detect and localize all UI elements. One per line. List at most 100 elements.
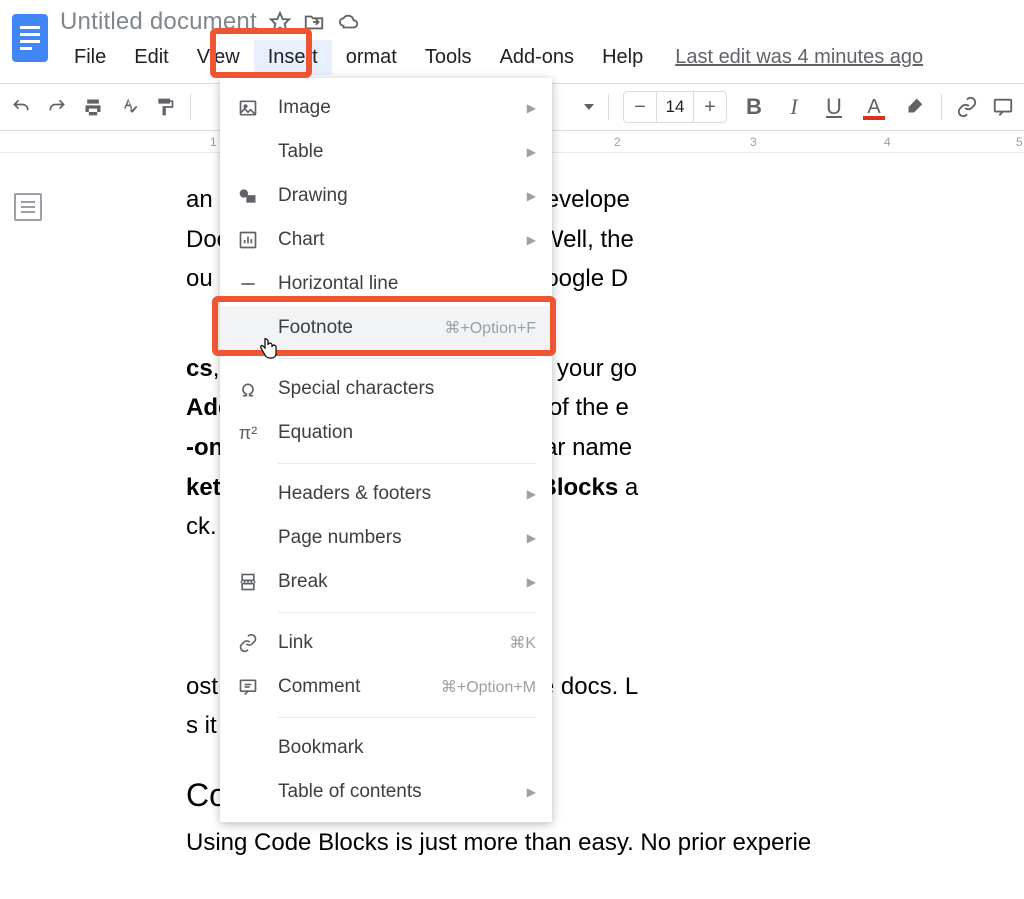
undo-icon[interactable] xyxy=(10,96,32,118)
paint-format-icon[interactable] xyxy=(154,96,176,118)
menu-divider xyxy=(278,358,536,359)
styles-dropdown[interactable] xyxy=(584,104,594,110)
menu-label: Chart xyxy=(278,229,527,251)
menu-label: Special characters xyxy=(278,378,536,400)
cloud-status-icon[interactable] xyxy=(337,11,361,33)
menu-item-headers-footers[interactable]: Headers & footers ▶ xyxy=(220,472,552,516)
menu-item-page-numbers[interactable]: Page numbers ▶ xyxy=(220,516,552,560)
outline-panel xyxy=(0,153,56,899)
ruler-mark: 5 xyxy=(1016,135,1023,149)
menu-label: Break xyxy=(278,571,527,593)
menu-divider xyxy=(278,463,536,464)
menu-view[interactable]: View xyxy=(183,40,254,75)
font-size-value[interactable]: 14 xyxy=(656,92,694,122)
move-folder-icon[interactable] xyxy=(303,11,325,33)
horizontal-line-icon xyxy=(236,272,260,296)
menu-item-drawing[interactable]: Drawing ▶ xyxy=(220,174,552,218)
menu-label: Page numbers xyxy=(278,527,527,549)
submenu-arrow-icon: ▶ xyxy=(527,575,536,589)
menu-divider xyxy=(278,612,536,613)
submenu-arrow-icon: ▶ xyxy=(527,101,536,115)
bold-button[interactable]: B xyxy=(741,94,767,120)
italic-button[interactable]: I xyxy=(781,94,807,120)
insert-menu-dropdown: Image ▶ Table ▶ Drawing ▶ Chart ▶ Horizo… xyxy=(220,78,552,822)
spellcheck-icon[interactable] xyxy=(118,96,140,118)
menu-item-table[interactable]: Table ▶ xyxy=(220,130,552,174)
menu-item-bookmark[interactable]: Bookmark xyxy=(220,726,552,770)
menu-item-comment[interactable]: Comment ⌘+Option+M xyxy=(220,665,552,709)
menu-item-special-characters[interactable]: Special characters xyxy=(220,367,552,411)
menu-label: Image xyxy=(278,97,527,119)
print-icon[interactable] xyxy=(82,96,104,118)
font-size-decrease[interactable]: − xyxy=(624,92,656,122)
body-text: cs xyxy=(186,355,213,382)
menu-label: Footnote xyxy=(278,317,444,339)
submenu-arrow-icon: ▶ xyxy=(527,531,536,545)
submenu-arrow-icon: ▶ xyxy=(527,189,536,203)
insert-comment-icon[interactable] xyxy=(992,96,1014,118)
menu-item-table-of-contents[interactable]: Table of contents ▶ xyxy=(220,770,552,814)
submenu-arrow-icon: ▶ xyxy=(527,233,536,247)
app-header: Untitled document File Edit View Insert … xyxy=(0,0,1024,83)
submenu-arrow-icon: ▶ xyxy=(527,145,536,159)
menu-label: Drawing xyxy=(278,185,527,207)
menu-item-footnote[interactable]: Footnote ⌘+Option+F xyxy=(220,306,552,350)
menu-label: Headers & footers xyxy=(278,483,527,505)
last-edit-link[interactable]: Last edit was 4 minutes ago xyxy=(675,40,923,75)
docs-logo[interactable] xyxy=(8,10,52,66)
menu-addons[interactable]: Add-ons xyxy=(486,40,589,75)
menu-label: Comment xyxy=(278,676,441,698)
menu-label: Equation xyxy=(278,422,536,444)
menu-item-equation[interactable]: π² Equation xyxy=(220,411,552,455)
redo-icon[interactable] xyxy=(46,96,68,118)
menu-label: Bookmark xyxy=(278,737,536,759)
insert-link-icon[interactable] xyxy=(956,96,978,118)
menu-tools[interactable]: Tools xyxy=(411,40,486,75)
break-icon xyxy=(236,570,260,594)
pi-icon: π² xyxy=(236,421,260,445)
menu-item-link[interactable]: Link ⌘K xyxy=(220,621,552,665)
menu-label: Table xyxy=(278,141,527,163)
menu-format[interactable]: ormat xyxy=(332,40,411,75)
submenu-arrow-icon: ▶ xyxy=(527,487,536,501)
body-text: Using Code Blocks xyxy=(186,829,389,856)
star-icon[interactable] xyxy=(269,11,291,33)
menu-item-horizontal-line[interactable]: Horizontal line xyxy=(220,262,552,306)
menu-item-break[interactable]: Break ▶ xyxy=(220,560,552,604)
menu-label: Table of contents xyxy=(278,781,527,803)
body-text: a xyxy=(618,474,638,501)
link-icon xyxy=(236,631,260,655)
chart-icon xyxy=(236,228,260,252)
omega-icon xyxy=(236,377,260,401)
menu-edit[interactable]: Edit xyxy=(120,40,182,75)
ruler-mark: 3 xyxy=(750,135,757,149)
menu-divider xyxy=(278,717,536,718)
footnote-icon xyxy=(236,316,260,340)
text-color-button[interactable]: A xyxy=(861,94,887,120)
outline-toggle-icon[interactable] xyxy=(14,193,42,221)
shortcut-label: ⌘+Option+M xyxy=(441,677,536,697)
menu-item-image[interactable]: Image ▶ xyxy=(220,86,552,130)
document-title[interactable]: Untitled document xyxy=(60,8,257,36)
comment-icon xyxy=(236,675,260,699)
underline-button[interactable]: U xyxy=(821,94,847,120)
shortcut-label: ⌘+Option+F xyxy=(444,318,536,338)
image-icon xyxy=(236,96,260,120)
drawing-icon xyxy=(236,184,260,208)
submenu-arrow-icon: ▶ xyxy=(527,785,536,799)
menu-file[interactable]: File xyxy=(60,40,120,75)
menu-label: Horizontal line xyxy=(278,273,536,295)
font-size-increase[interactable]: + xyxy=(694,92,726,122)
highlight-button[interactable] xyxy=(901,94,927,120)
menu-insert[interactable]: Insert xyxy=(254,40,332,75)
body-text: is just more than easy. No prior experie xyxy=(389,829,811,856)
menu-help[interactable]: Help xyxy=(588,40,657,75)
ruler-mark: 2 xyxy=(614,135,621,149)
menu-bar: File Edit View Insert ormat Tools Add-on… xyxy=(60,36,1024,83)
ruler-mark: 1 xyxy=(210,135,217,149)
menu-item-chart[interactable]: Chart ▶ xyxy=(220,218,552,262)
menu-label: Link xyxy=(278,632,509,654)
shortcut-label: ⌘K xyxy=(509,633,536,653)
ruler-mark: 4 xyxy=(884,135,891,149)
font-size-control: − 14 + xyxy=(623,91,727,123)
